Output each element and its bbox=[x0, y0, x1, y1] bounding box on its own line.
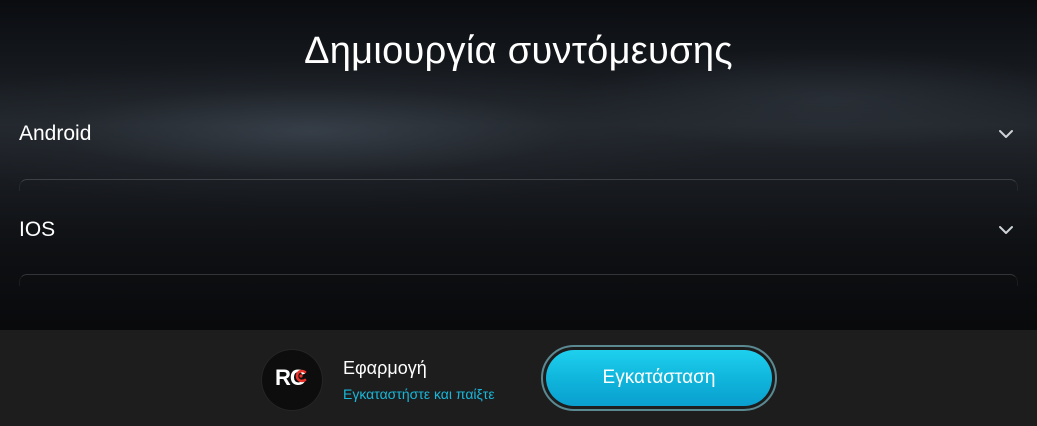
app-logo: RC bbox=[262, 350, 322, 410]
accordion-divider bbox=[19, 179, 1018, 191]
accordion-label-android: Android bbox=[19, 122, 92, 145]
hero-section: Δημιουργία συντόμευσης Android IOS bbox=[0, 0, 1037, 330]
app-name: Εφαρμογή bbox=[343, 358, 427, 378]
install-button-label: Εγκατάσταση bbox=[546, 350, 772, 406]
page-title: Δημιουργία συντόμευσης bbox=[304, 30, 733, 72]
app-subtitle: Εγκαταστήστε και παίξτε bbox=[343, 386, 495, 402]
chevron-down-icon bbox=[999, 130, 1013, 138]
install-banner: RC Εφαρμογή Εγκαταστήστε και παίξτε Εγκα… bbox=[0, 330, 1037, 426]
install-button[interactable]: Εγκατάσταση bbox=[541, 345, 777, 411]
accordion-label-ios: IOS bbox=[19, 218, 56, 241]
logo-accent-icon bbox=[295, 369, 307, 383]
accordion-item-ios[interactable]: IOS bbox=[19, 206, 1018, 258]
accordion-item-android[interactable]: Android bbox=[19, 110, 1018, 162]
accordion-divider bbox=[19, 274, 1018, 286]
chevron-down-icon bbox=[999, 226, 1013, 234]
page: Δημιουργία συντόμευσης Android IOS RC Εφ… bbox=[0, 0, 1037, 426]
